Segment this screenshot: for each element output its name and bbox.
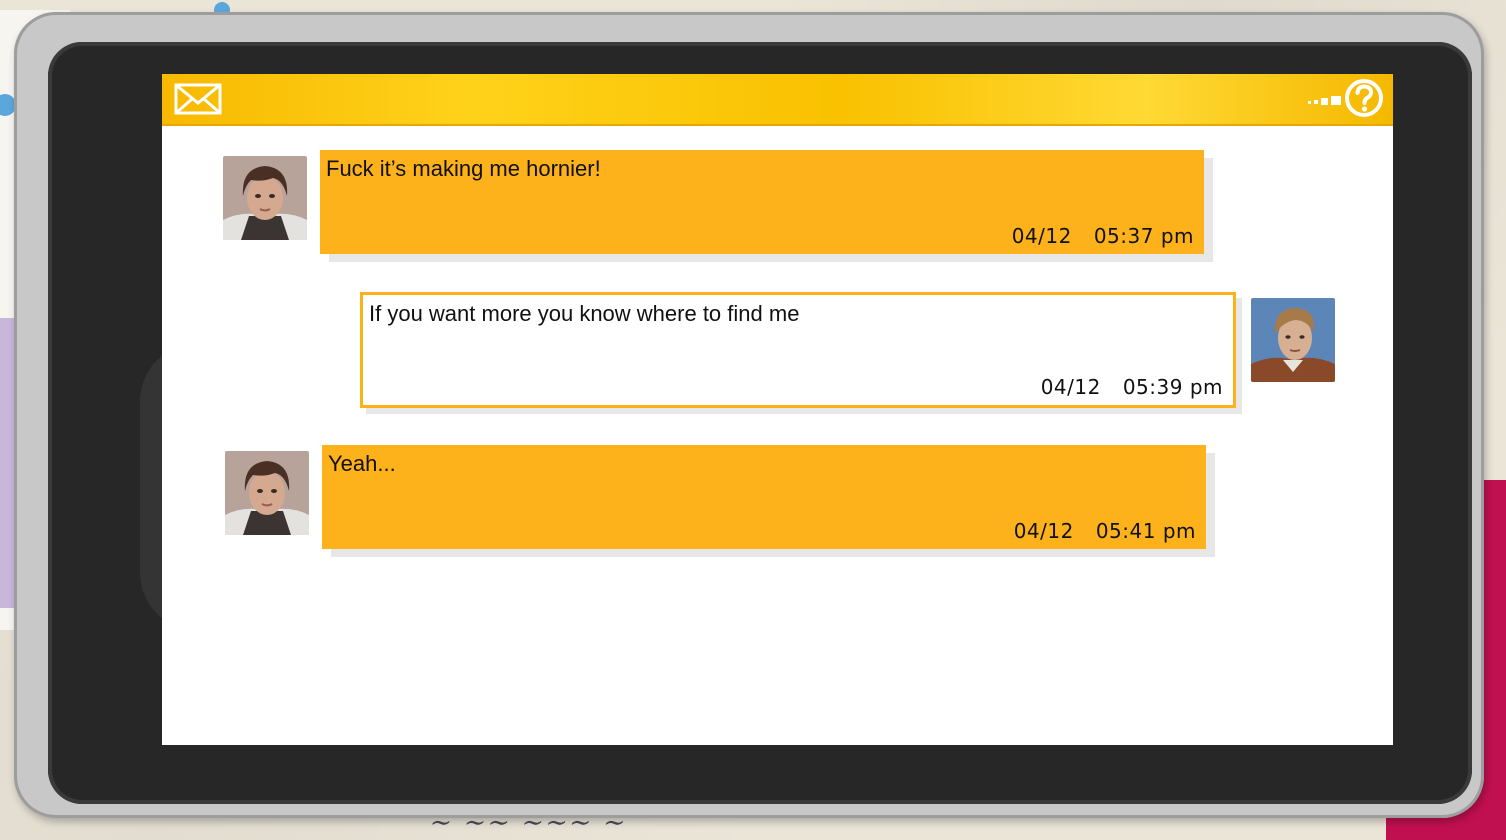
message-date: 04/12 (1013, 519, 1074, 543)
message-bubble[interactable]: Yeah... 04/12 05:41 pm (322, 445, 1206, 549)
girl-avatar[interactable] (225, 451, 309, 535)
envelope-icon[interactable] (174, 83, 222, 115)
message-time: 05:39 pm (1122, 375, 1223, 399)
message-time: 05:41 pm (1095, 519, 1196, 543)
message-text: Fuck it’s making me hornier! (326, 156, 601, 181)
message-bubble[interactable]: Fuck it’s making me hornier! 04/12 05:37 … (320, 150, 1204, 254)
girl-avatar[interactable] (223, 156, 307, 240)
message-timestamp: 04/12 05:41 pm (1014, 519, 1196, 543)
message-text: Yeah... (328, 451, 396, 476)
phone-screen: Fuck it’s making me hornier! 04/12 05:37 … (162, 74, 1393, 745)
message-date: 04/12 (1040, 375, 1101, 399)
question-circle-icon[interactable] (1344, 78, 1384, 118)
message-timestamp: 04/12 05:37 pm (1012, 224, 1194, 248)
message-date: 04/12 (1011, 224, 1072, 248)
messages-header-bar (162, 74, 1393, 126)
message-time: 05:37 pm (1093, 224, 1194, 248)
signal-icon (1308, 92, 1342, 106)
message-bubble[interactable]: If you want more you know where to find … (360, 292, 1236, 408)
message-timestamp: 04/12 05:39 pm (1041, 375, 1223, 399)
message-text: If you want more you know where to find … (369, 301, 800, 326)
boy-avatar[interactable] (1251, 298, 1335, 382)
